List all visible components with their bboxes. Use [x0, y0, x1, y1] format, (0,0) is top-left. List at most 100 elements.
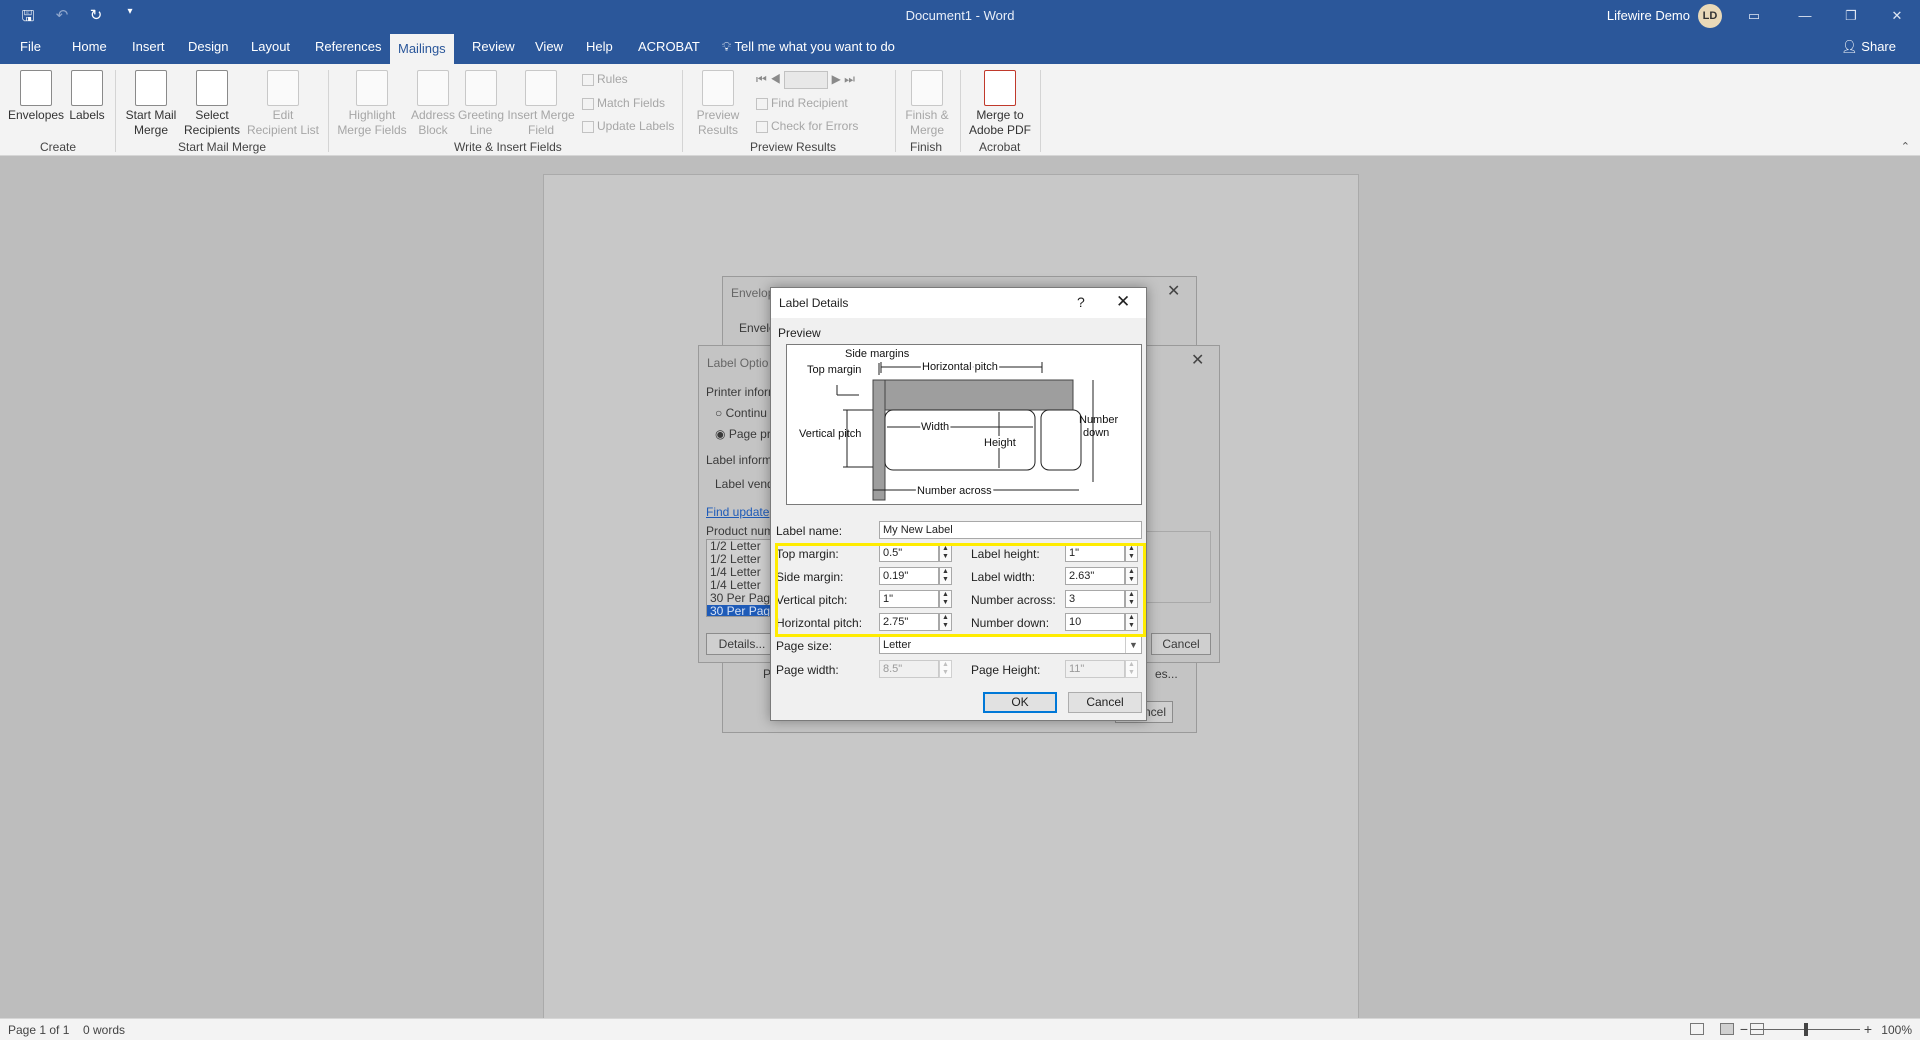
horizontal-pitch-input[interactable]: 2.75" [879, 613, 939, 631]
edit-recipient-list-button[interactable]: Edit Recipient List [244, 70, 322, 138]
label-name-input[interactable]: My New Label [879, 521, 1142, 539]
close-icon[interactable]: ✕ [1874, 0, 1920, 32]
continuous-radio[interactable]: ○ Continu [715, 406, 767, 420]
insert-merge-field-button[interactable]: Insert Merge Field [506, 70, 576, 138]
avatar[interactable]: LD [1698, 4, 1722, 28]
minimize-icon[interactable]: — [1782, 0, 1828, 32]
group-separator [960, 70, 961, 152]
tab-references[interactable]: References [307, 39, 389, 54]
number-across-spinner[interactable]: ▲ ▼ [1125, 590, 1138, 608]
record-number-input[interactable] [784, 70, 829, 89]
side-margin-input[interactable]: 0.19" [879, 567, 939, 585]
vertical-pitch-spinner[interactable]: ▲ ▼ [939, 590, 952, 608]
label-width-spinner[interactable]: ▲ ▼ [1125, 567, 1138, 585]
highlight-merge-fields-button[interactable]: Highlight Merge Fields [336, 70, 408, 138]
restore-icon[interactable]: ❐ [1828, 0, 1874, 32]
match-fields-button[interactable]: Match Fields [582, 92, 665, 114]
top-margin-text: Top margin [807, 364, 861, 376]
help-icon[interactable]: ? [1077, 294, 1085, 310]
rules-button[interactable]: Rules [582, 68, 628, 90]
horizontal-pitch-spinner[interactable]: ▲ ▼ [939, 613, 952, 631]
start-mail-merge-button[interactable]: Start Mail Merge [122, 70, 180, 138]
read-mode-icon[interactable] [1690, 1023, 1704, 1035]
highlight-icon [356, 70, 388, 106]
tell-me-box[interactable]: 💡︎ Tell me what you want to do [722, 39, 895, 55]
address-block-button[interactable]: Address Block [408, 70, 458, 138]
label-name-label: Label name: [776, 524, 843, 538]
chevron-down-icon[interactable]: ▼ [1125, 637, 1141, 653]
tab-mailings[interactable]: Mailings [390, 34, 454, 64]
match-fields-icon [582, 97, 594, 110]
ok-button[interactable]: OK [983, 692, 1057, 713]
tab-layout[interactable]: Layout [243, 39, 298, 54]
envelopes-dialog-title: Envelop [731, 286, 775, 300]
zoom-level[interactable]: 100% [1881, 1023, 1912, 1037]
tab-design[interactable]: Design [180, 39, 236, 54]
number-down-spinner[interactable]: ▲ ▼ [1125, 613, 1138, 631]
preview-results-button[interactable]: Preview Results [690, 70, 746, 138]
page-count[interactable]: Page 1 of 1 [8, 1023, 69, 1037]
merge-pdf-label-2: Adobe PDF [968, 123, 1032, 137]
word-count[interactable]: 0 words [83, 1023, 125, 1037]
greeting-line-button[interactable]: Greeting Line [456, 70, 506, 138]
tab-help[interactable]: Help [578, 39, 621, 54]
page-height-spinner[interactable]: ▲ ▼ [1125, 660, 1138, 678]
page-printers-radio[interactable]: ◉ Page pr [715, 427, 771, 441]
first-record-icon[interactable]: ⏮ [756, 72, 767, 86]
print-layout-icon[interactable] [1720, 1023, 1734, 1035]
continuous-label: Continu [725, 406, 767, 420]
page-width-spinner[interactable]: ▲ ▼ [939, 660, 952, 678]
height-text: Height [984, 437, 1016, 449]
tab-insert[interactable]: Insert [124, 39, 173, 54]
tab-view[interactable]: View [527, 39, 571, 54]
close-icon[interactable]: ✕ [1116, 292, 1130, 312]
vertical-pitch-input[interactable]: 1" [879, 590, 939, 608]
number-across-input[interactable]: 3 [1065, 590, 1125, 608]
label-options-cancel-button[interactable]: Cancel [1151, 633, 1211, 655]
top-margin-input[interactable]: 0.5" [879, 544, 939, 562]
select-recipients-button[interactable]: Select Recipients [180, 70, 244, 138]
ribbon-display-icon[interactable]: ▭ [1726, 0, 1782, 32]
envelopes-button[interactable]: Envelopes [8, 70, 64, 123]
zoom-out-icon[interactable]: − [1740, 1021, 1748, 1037]
find-recipient-button[interactable]: Find Recipient [756, 92, 848, 114]
rules-icon [582, 73, 594, 86]
label-height-input[interactable]: 1" [1065, 544, 1125, 562]
merge-to-pdf-button[interactable]: Merge to Adobe PDF [964, 70, 1036, 138]
details-button[interactable]: Details... [706, 633, 778, 655]
update-labels-button[interactable]: Update Labels [582, 115, 674, 137]
group-acrobat-label: Acrobat [979, 140, 1021, 154]
share-button[interactable]: 👤︎ Share [1841, 39, 1896, 55]
tab-acrobat[interactable]: ACROBAT [630, 39, 708, 54]
check-errors-button[interactable]: Check for Errors [756, 115, 858, 137]
next-record-icon[interactable]: ▶ [832, 72, 841, 86]
find-recipient-label: Find Recipient [771, 96, 848, 110]
labels-button[interactable]: Labels [68, 70, 106, 123]
cancel-button[interactable]: Cancel [1068, 692, 1142, 713]
zoom-in-icon[interactable]: + [1864, 1021, 1872, 1037]
find-updates-link[interactable]: Find update [706, 505, 769, 519]
finish-merge-button[interactable]: Finish & Merge [900, 70, 954, 138]
tab-file[interactable]: File [12, 39, 49, 54]
find-recipient-icon [756, 97, 768, 110]
user-name[interactable]: Lifewire Demo [1607, 8, 1690, 23]
collapse-ribbon-icon[interactable]: ⌃ [1901, 140, 1910, 153]
close-icon[interactable]: ✕ [1167, 281, 1180, 301]
close-icon[interactable]: ✕ [1191, 350, 1204, 370]
last-record-icon[interactable]: ⏭ [844, 72, 855, 86]
side-margin-spinner[interactable]: ▲ ▼ [939, 567, 952, 585]
page-height-input[interactable]: 11" [1065, 660, 1125, 678]
label-width-input[interactable]: 2.63" [1065, 567, 1125, 585]
page-size-dropdown[interactable]: Letter ▼ [879, 636, 1142, 654]
tab-home[interactable]: Home [64, 39, 115, 54]
previous-record-icon[interactable]: ◀ [770, 72, 781, 86]
page-width-input[interactable]: 8.5" [879, 660, 939, 678]
labels-label: Labels [69, 108, 105, 122]
number-down-input[interactable]: 10 [1065, 613, 1125, 631]
tab-review[interactable]: Review [464, 39, 523, 54]
envelopes-options-button[interactable]: es... [1155, 667, 1178, 681]
top-margin-spinner[interactable]: ▲ ▼ [939, 544, 952, 562]
label-height-spinner[interactable]: ▲ ▼ [1125, 544, 1138, 562]
vertical-pitch-label: Vertical pitch: [776, 593, 848, 607]
zoom-slider-thumb[interactable] [1804, 1023, 1808, 1036]
